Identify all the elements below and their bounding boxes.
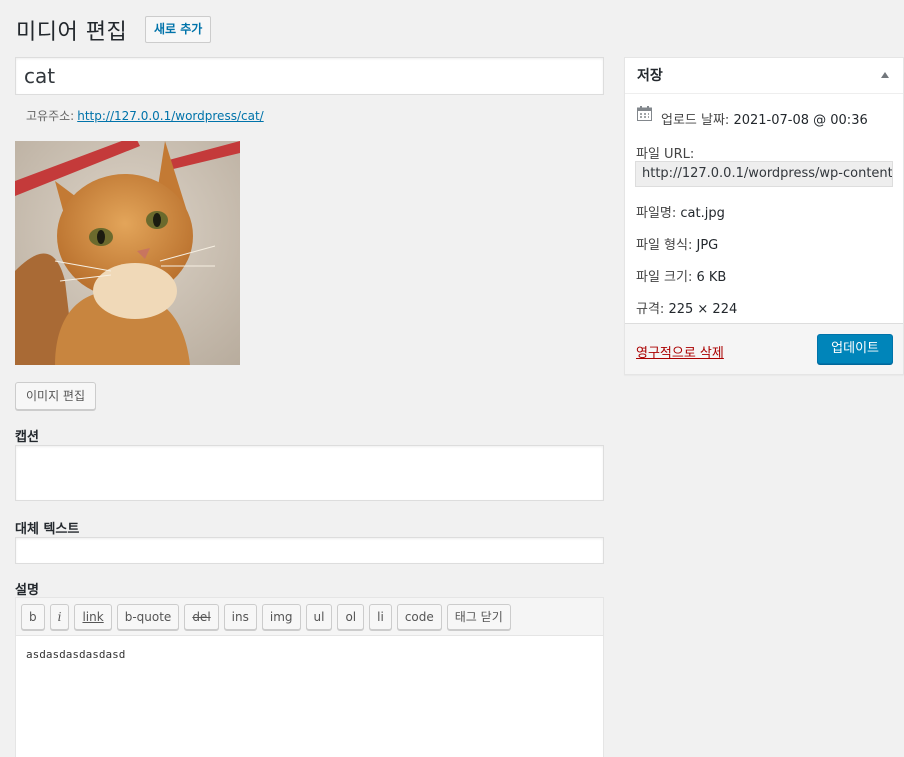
- quicktags-toolbar: b i link b-quote del ins img ul ol li co…: [16, 598, 603, 636]
- save-metabox-footer: 영구적으로 삭제 업데이트: [625, 323, 903, 374]
- delete-permanently-link[interactable]: 영구적으로 삭제: [636, 342, 724, 361]
- add-new-button[interactable]: 새로 추가: [145, 16, 212, 43]
- dimensions-label: 규격:: [636, 302, 665, 317]
- upload-date-label: 업로드 날짜:: [661, 113, 730, 128]
- title-input[interactable]: cat: [15, 57, 604, 95]
- edit-media-page: 미디어 편집 새로 추가 cat 고유주소: http://127.0.0.1/w…: [0, 0, 904, 757]
- dimensions-value: 225 × 224: [668, 302, 738, 317]
- file-size-row: 파일 크기: 6 KB: [636, 266, 726, 285]
- qt-code-button[interactable]: code: [396, 604, 442, 630]
- qt-ul-button[interactable]: ul: [305, 604, 333, 630]
- qt-ol-button[interactable]: ol: [337, 604, 365, 630]
- file-name-label: 파일명:: [636, 206, 677, 221]
- permalink-link[interactable]: http://127.0.0.1/wordpress/cat/: [77, 109, 263, 123]
- upload-date-value: 2021-07-08 @ 00:36: [733, 113, 868, 128]
- permalink: 고유주소: http://127.0.0.1/wordpress/cat/: [26, 107, 264, 124]
- save-metabox: 저장 업로드 날짜: 2021-07-08 @ 00:36 파일 URL: ht…: [624, 57, 904, 375]
- file-url-label: 파일 URL:: [636, 147, 695, 162]
- cat-photo: [15, 141, 240, 365]
- file-name-value: cat.jpg: [680, 206, 725, 221]
- qt-del-button[interactable]: del: [184, 604, 219, 630]
- file-type-value: JPG: [696, 238, 719, 253]
- qt-blockquote-button[interactable]: b-quote: [116, 604, 180, 630]
- save-metabox-title: 저장: [637, 68, 663, 84]
- qt-li-button[interactable]: li: [369, 604, 392, 630]
- qt-img-button[interactable]: img: [261, 604, 301, 630]
- file-size-label: 파일 크기:: [636, 270, 693, 285]
- collapse-arrow-icon[interactable]: [881, 72, 889, 78]
- update-button[interactable]: 업데이트: [817, 334, 893, 364]
- save-metabox-header[interactable]: 저장: [625, 58, 903, 94]
- caption-label: 캡션: [15, 430, 39, 445]
- attachment-image: [15, 141, 240, 365]
- file-size-value: 6 KB: [696, 270, 727, 285]
- file-url-field[interactable]: http://127.0.0.1/wordpress/wp-content/: [635, 161, 893, 187]
- dimensions-row: 규격: 225 × 224: [636, 298, 737, 317]
- edit-image-button[interactable]: 이미지 편집: [15, 382, 97, 410]
- permalink-label: 고유주소:: [26, 109, 75, 123]
- qt-bold-button[interactable]: b: [21, 604, 45, 630]
- qt-link-button[interactable]: link: [74, 604, 112, 630]
- page-title: 미디어 편집: [16, 20, 128, 45]
- alt-text-input[interactable]: [15, 537, 604, 564]
- description-label: 설명: [15, 583, 39, 598]
- qt-italic-button[interactable]: i: [49, 604, 70, 630]
- calendar-icon: [637, 106, 652, 121]
- file-name-row: 파일명: cat.jpg: [636, 202, 725, 221]
- upload-date-row: 업로드 날짜: 2021-07-08 @ 00:36: [661, 109, 868, 128]
- qt-ins-button[interactable]: ins: [223, 604, 257, 630]
- description-editor: b i link b-quote del ins img ul ol li co…: [15, 597, 604, 757]
- file-type-label: 파일 형식:: [636, 238, 693, 253]
- description-textarea[interactable]: asdasdasdasdasd: [16, 636, 603, 673]
- alt-text-label: 대체 텍스트: [15, 522, 80, 537]
- file-type-row: 파일 형식: JPG: [636, 234, 718, 253]
- caption-textarea[interactable]: [15, 445, 604, 501]
- qt-close-tags-button[interactable]: 태그 닫기: [446, 604, 511, 630]
